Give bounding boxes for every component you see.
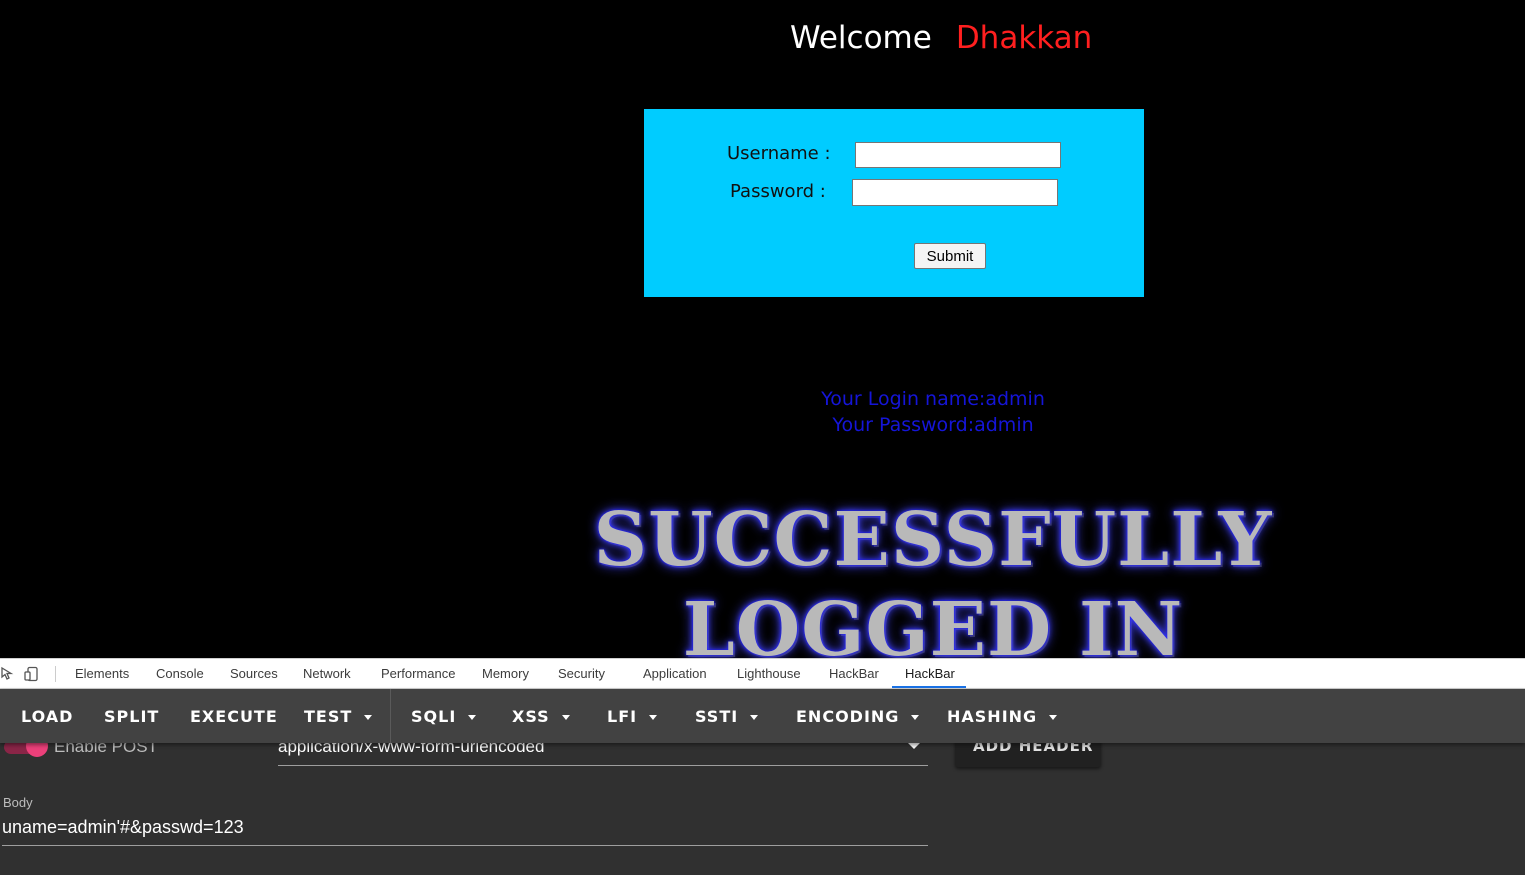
tab-hackbar[interactable]: HackBar xyxy=(829,666,879,681)
active-tab-indicator xyxy=(892,686,966,688)
body-value: uname=admin'#&passwd=123 xyxy=(2,817,244,837)
body-input[interactable]: uname=admin'#&passwd=123 xyxy=(2,815,928,846)
execute-button[interactable]: EXECUTE xyxy=(190,707,278,726)
submit-button[interactable]: Submit xyxy=(914,243,986,269)
chevron-down-icon xyxy=(364,715,373,720)
body-label: Body xyxy=(3,795,33,810)
username-label: Username : xyxy=(727,143,831,164)
load-label: LOAD xyxy=(21,707,74,726)
toolbar-divider xyxy=(390,689,391,743)
content-type-select[interactable]: application/x-www-form-urlencoded xyxy=(278,743,928,766)
tab-network[interactable]: Network xyxy=(303,666,351,681)
add-header-button[interactable]: ADD HEADER xyxy=(955,743,1101,767)
tab-hackbar-active[interactable]: HackBar xyxy=(905,666,955,681)
username-input[interactable] xyxy=(855,142,1061,168)
page-viewport: Welcome Dhakkan Username : Password : Sub… xyxy=(0,0,1525,658)
password-label: Password : xyxy=(730,181,826,202)
tab-sources[interactable]: Sources xyxy=(230,666,278,681)
device-toolbar-icon[interactable] xyxy=(24,666,40,682)
chevron-down-icon xyxy=(561,715,570,720)
welcome-text: Welcome xyxy=(790,20,932,56)
chevron-down-icon xyxy=(468,715,477,720)
tab-console[interactable]: Console xyxy=(156,666,204,681)
encoding-label: ENCODING xyxy=(796,707,900,726)
load-button[interactable]: LOAD xyxy=(21,707,73,726)
login-form: Username : Password : Submit xyxy=(644,109,1144,297)
lfi-menu-button[interactable]: LFI xyxy=(607,707,658,726)
tab-elements[interactable]: Elements xyxy=(75,666,129,681)
test-label: TEST xyxy=(304,707,353,726)
password-input[interactable] xyxy=(852,179,1058,206)
devtools-separator xyxy=(55,666,56,682)
tab-application[interactable]: Application xyxy=(643,666,707,681)
success-banner-line1: SUCCESSFULLY xyxy=(593,497,1273,583)
test-menu-button[interactable]: TEST xyxy=(304,707,373,726)
welcome-user-name: Dhakkan xyxy=(955,20,1093,56)
ssti-menu-button[interactable]: SSTI xyxy=(695,707,759,726)
chevron-down-icon xyxy=(911,715,920,720)
welcome-heading: Welcome Dhakkan xyxy=(790,20,1092,56)
xss-menu-button[interactable]: XSS xyxy=(512,707,570,726)
success-banner-line2: LOGGED IN xyxy=(682,587,1184,658)
chevron-down-icon xyxy=(750,715,759,720)
encoding-menu-button[interactable]: ENCODING xyxy=(796,707,920,726)
hashing-menu-button[interactable]: HASHING xyxy=(947,707,1058,726)
sqli-menu-button[interactable]: SQLI xyxy=(411,707,477,726)
split-button[interactable]: SPLIT xyxy=(104,707,159,726)
hackbar-toolbar: LOAD SPLIT EXECUTE TEST SQLI XSS LFI SST… xyxy=(0,689,1525,743)
execute-label: EXECUTE xyxy=(190,707,278,726)
chevron-down-icon xyxy=(649,715,658,720)
devtools-tab-bar: Elements Console Sources Network Perform… xyxy=(0,658,1525,689)
xss-label: XSS xyxy=(512,707,550,726)
toggle-knob xyxy=(26,743,48,757)
enable-post-toggle[interactable] xyxy=(4,743,48,757)
hashing-label: HASHING xyxy=(947,707,1038,726)
tab-security[interactable]: Security xyxy=(558,666,605,681)
password-result: Your Password:admin xyxy=(832,414,1034,436)
lfi-label: LFI xyxy=(607,707,638,726)
add-header-label: ADD HEADER xyxy=(973,743,1094,755)
inspect-element-icon[interactable] xyxy=(0,666,16,682)
sqli-label: SQLI xyxy=(411,707,457,726)
login-name-result: Your Login name:admin xyxy=(821,388,1045,410)
tab-performance[interactable]: Performance xyxy=(381,666,455,681)
dropdown-arrow-icon xyxy=(908,743,920,749)
enable-post-label: Enable POST xyxy=(54,743,158,756)
content-type-value: application/x-www-form-urlencoded xyxy=(278,743,545,756)
tab-lighthouse[interactable]: Lighthouse xyxy=(737,666,801,681)
hackbar-panel: Enable POST application/x-www-form-urlen… xyxy=(0,743,1525,875)
chevron-down-icon xyxy=(1049,715,1058,720)
split-label: SPLIT xyxy=(104,707,160,726)
ssti-label: SSTI xyxy=(695,707,739,726)
tab-memory[interactable]: Memory xyxy=(482,666,529,681)
